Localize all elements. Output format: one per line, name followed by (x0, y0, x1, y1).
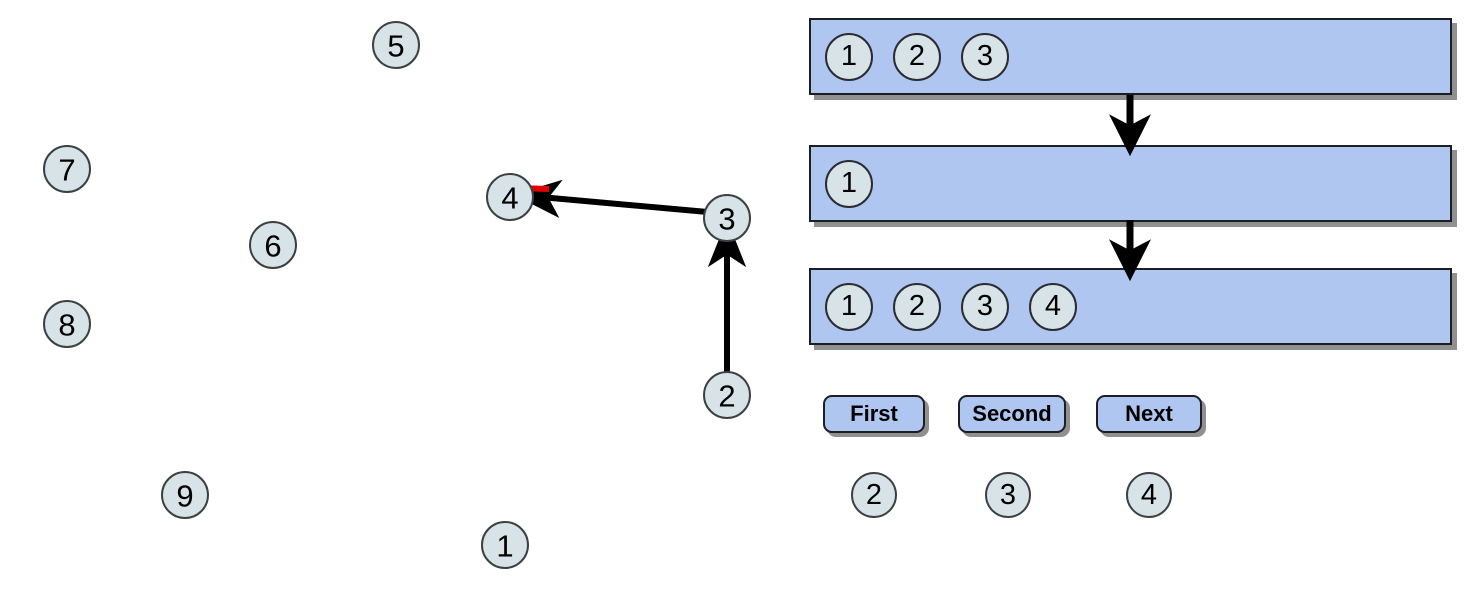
first-button[interactable]: First (823, 395, 925, 433)
panel-row-3-items: 1234 (825, 282, 1077, 331)
node-6-label: 6 (264, 229, 281, 264)
panel-row-3-chip-4[interactable]: 4 (1029, 282, 1077, 331)
node-3-label: 3 (718, 202, 735, 237)
node-4-label: 4 (501, 181, 518, 216)
node-5[interactable]: 5 (372, 21, 420, 69)
panel-row-1-items: 123 (825, 32, 1009, 81)
panel-row-2-chip-1[interactable]: 1 (825, 159, 873, 208)
panel-row-1-chip-3[interactable]: 3 (961, 32, 1009, 81)
canvas-root: 123456789 12311234 First Second Next 234 (0, 0, 1470, 590)
node-1[interactable]: 1 (481, 521, 529, 569)
edge-3-to-4 (513, 179, 731, 218)
graph-edges (513, 179, 747, 372)
node-1-label: 1 (496, 529, 513, 564)
bottom-circle-4[interactable]: 4 (1126, 472, 1172, 518)
next-button[interactable]: Next (1096, 395, 1202, 433)
node-9[interactable]: 9 (161, 471, 209, 519)
panel-row-1: 123 (809, 18, 1452, 95)
node-7[interactable]: 7 (43, 145, 91, 193)
node-4[interactable]: 4 (486, 173, 534, 221)
panel-row-1-chip-1[interactable]: 1 (825, 32, 873, 81)
node-2[interactable]: 2 (703, 371, 751, 419)
second-button[interactable]: Second (958, 395, 1066, 433)
node-5-label: 5 (387, 29, 404, 64)
bottom-circle-2[interactable]: 2 (851, 472, 897, 518)
node-3[interactable]: 3 (703, 194, 751, 242)
panel-row-3-chip-1[interactable]: 1 (825, 282, 873, 331)
panel-row-3-chip-3[interactable]: 3 (961, 282, 1009, 331)
panel-row-2-items: 1 (825, 159, 873, 208)
panel-row-1-chip-2[interactable]: 2 (893, 32, 941, 81)
node-8-label: 8 (58, 308, 75, 343)
panel-row-3: 1234 (809, 268, 1452, 345)
graph-nodes: 1 2 3 4 5 6 7 8 9 (43, 21, 751, 569)
panel-row-2: 1 (809, 145, 1452, 222)
node-9-label: 9 (176, 479, 193, 514)
node-2-label: 2 (718, 379, 735, 414)
panel-row-3-chip-2[interactable]: 2 (893, 282, 941, 331)
bottom-circle-3[interactable]: 3 (985, 472, 1031, 518)
node-8[interactable]: 8 (43, 300, 91, 348)
node-7-label: 7 (58, 153, 75, 188)
node-6[interactable]: 6 (249, 221, 297, 269)
